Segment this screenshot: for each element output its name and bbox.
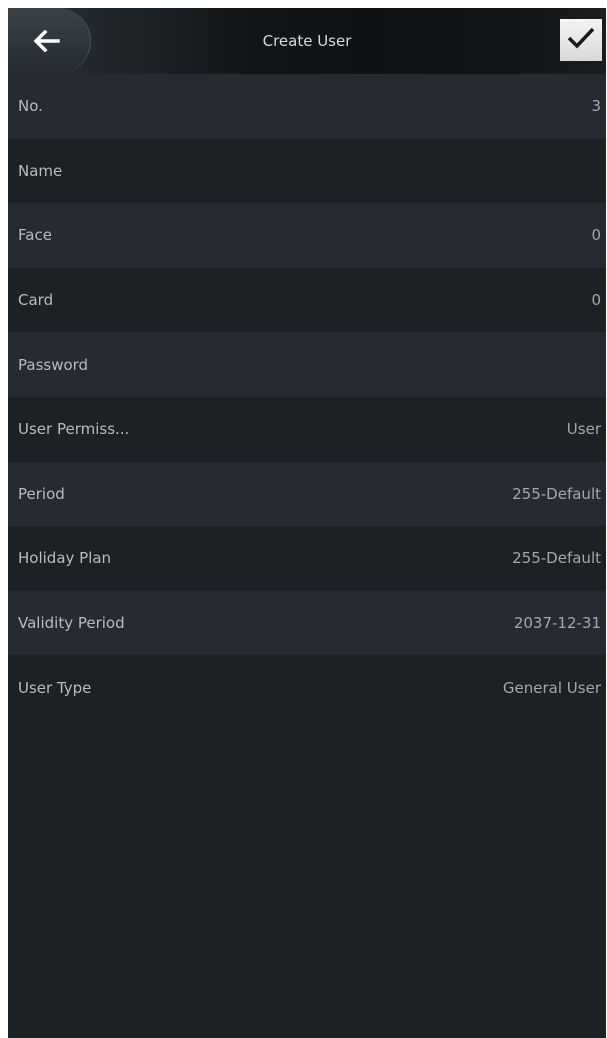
field-label: No. [18, 97, 43, 116]
field-value: 255-Default [512, 484, 601, 503]
field-label: Password [18, 355, 89, 374]
field-value: 2037-12-31 [513, 614, 601, 633]
field-label: User Type [18, 678, 92, 697]
field-label: Card [18, 291, 54, 310]
field-row-face[interactable]: Face 0 [8, 203, 606, 268]
field-row-user-type[interactable]: User Type General User [8, 655, 606, 720]
page-title: Create User [262, 32, 352, 50]
field-label: Period [18, 484, 65, 503]
field-value: 3 [591, 97, 601, 116]
field-row-period[interactable]: Period 255-Default [8, 461, 606, 527]
field-value: 255-Default [512, 549, 601, 568]
header-bar: Create User [8, 8, 606, 74]
create-user-screen: Create User No. 3 Name Face 0 Card 0 Pas [8, 8, 606, 1038]
field-row-card[interactable]: Card 0 [8, 267, 606, 333]
field-value: User [566, 420, 601, 439]
field-row-holiday-plan[interactable]: Holiday Plan 255-Default [8, 526, 606, 591]
field-row-user-permission[interactable]: User Permiss... User [8, 396, 606, 462]
field-value: 0 [591, 291, 601, 310]
field-row-validity-period[interactable]: Validity Period 2037-12-31 [8, 590, 606, 656]
field-row-password[interactable]: Password [8, 332, 606, 397]
field-value: General User [502, 678, 601, 697]
field-row-no[interactable]: No. 3 [8, 74, 606, 139]
field-label: Validity Period [18, 614, 125, 633]
field-row-name[interactable]: Name [8, 138, 606, 204]
arrow-left-icon [33, 30, 60, 52]
field-label: Name [18, 161, 63, 180]
field-value: 0 [591, 226, 601, 245]
checkmark-icon [566, 25, 596, 55]
confirm-button[interactable] [560, 19, 602, 61]
field-label: Holiday Plan [18, 549, 112, 568]
field-label: User Permiss... [18, 420, 130, 439]
user-field-list: No. 3 Name Face 0 Card 0 Password User P… [8, 74, 606, 720]
field-label: Face [18, 226, 52, 245]
back-button[interactable] [8, 8, 91, 74]
